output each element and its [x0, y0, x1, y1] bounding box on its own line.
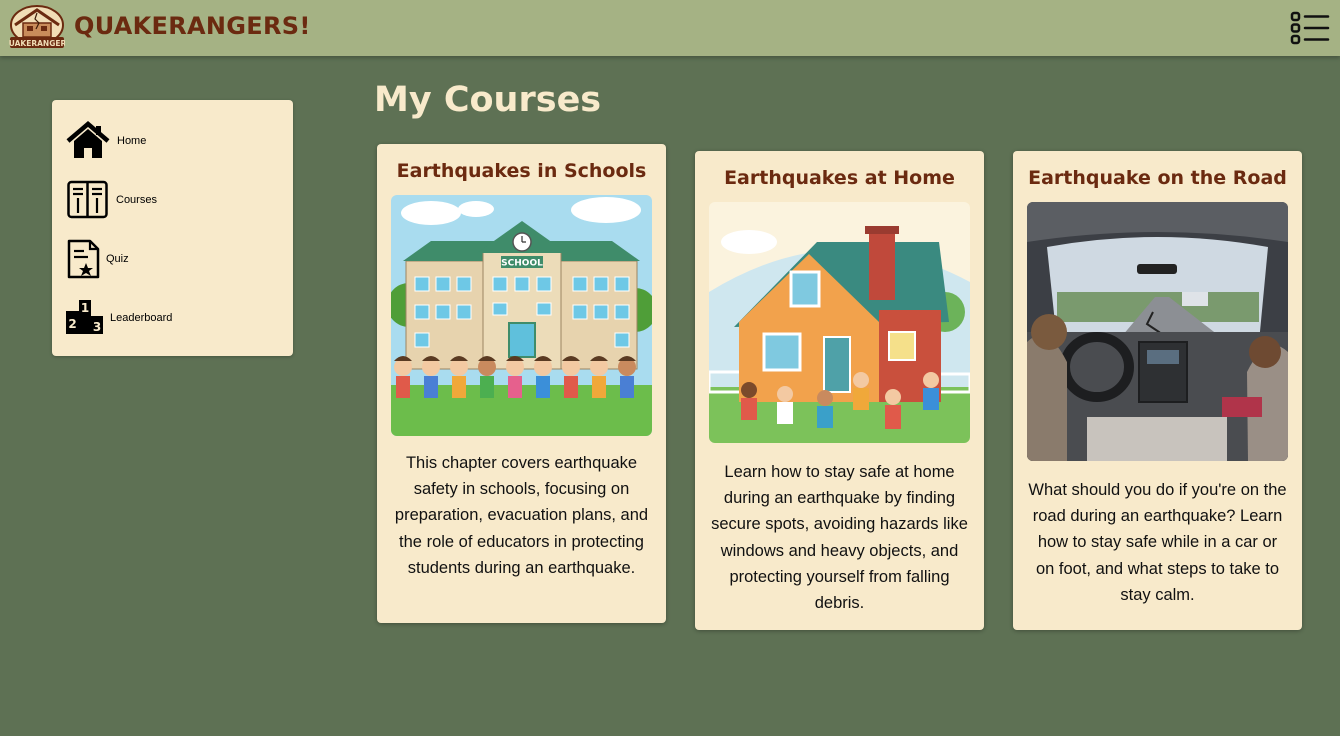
quakerangers-logo[interactable]: QUAKERANGERS — [2, 5, 72, 50]
course-card-schools[interactable]: Earthquakes in Schools SCHOOL This chapt… — [377, 144, 666, 623]
sidebar-item-leaderboard[interactable]: 2 1 3 Leaderboard — [66, 297, 281, 341]
sidebar-item-label: Leaderboard — [110, 312, 173, 324]
sidebar-item-courses[interactable]: Courses — [66, 179, 281, 223]
course-description: What should you do if you're on the road… — [1028, 481, 1287, 604]
course-image-school: SCHOOL — [391, 195, 652, 436]
course-image-house — [709, 202, 970, 443]
list-menu-icon[interactable] — [1290, 11, 1330, 45]
svg-text:3: 3 — [93, 320, 101, 334]
quiz-icon — [66, 238, 110, 282]
sidebar-item-home[interactable]: Home — [66, 120, 281, 164]
page-title: My Courses — [374, 80, 602, 120]
course-title: Earthquakes at Home — [724, 167, 955, 189]
brand-title[interactable]: QUAKERANGERS! — [74, 12, 311, 40]
course-description: This chapter covers earthquake safety in… — [394, 454, 649, 577]
course-image-car — [1027, 202, 1288, 461]
logo-text: QUAKERANGERS — [9, 39, 65, 48]
svg-text:2: 2 — [68, 317, 76, 331]
course-title: Earthquakes in Schools — [396, 160, 647, 182]
sidebar-item-quiz[interactable]: Quiz — [66, 238, 281, 282]
course-card-home[interactable]: Earthquakes at Home Learn how to stay sa… — [695, 151, 984, 630]
home-icon — [66, 120, 110, 164]
course-card-road[interactable]: Earthquake on the Road What should you d… — [1013, 151, 1302, 630]
top-bar: QUAKERANGERS QUAKERANGERS! — [0, 0, 1340, 56]
podium-icon: 2 1 3 — [66, 297, 110, 341]
course-description: Learn how to stay safe at home during an… — [711, 463, 968, 613]
book-icon — [66, 179, 110, 223]
sidebar-item-label: Quiz — [106, 253, 129, 265]
course-title: Earthquake on the Road — [1028, 167, 1287, 189]
school-sign-text: SCHOOL — [501, 259, 543, 269]
sidebar-item-label: Courses — [116, 194, 157, 206]
svg-text:1: 1 — [81, 301, 89, 315]
sidebar-nav: Home Courses Quiz 2 1 3 Leaderboard — [52, 100, 293, 356]
sidebar-item-label: Home — [117, 135, 147, 147]
